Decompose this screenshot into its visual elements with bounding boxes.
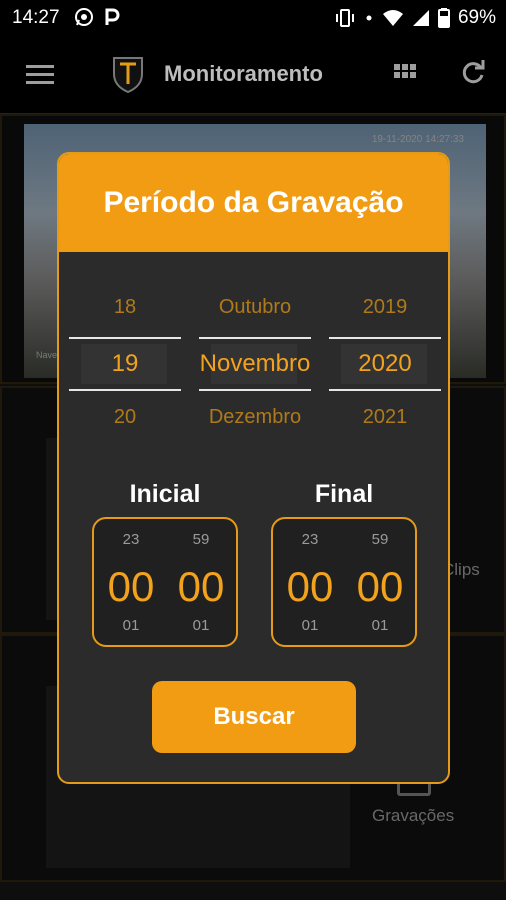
refresh-icon[interactable] — [460, 60, 486, 86]
battery-percent: 69% — [457, 7, 496, 28]
status-time: 14:27 — [12, 7, 60, 28]
logo-icon — [112, 54, 144, 94]
initial-time-picker[interactable]: 23 00 01 59 00 01 — [92, 517, 238, 647]
final-hour-wheel[interactable]: 23 00 01 — [275, 519, 345, 645]
hour-prev[interactable]: 23 — [96, 531, 166, 548]
battery-icon — [437, 8, 450, 28]
hour-prev[interactable]: 23 — [275, 531, 345, 548]
vibrate-icon — [334, 9, 356, 27]
initial-hour-wheel[interactable]: 23 00 01 — [96, 519, 166, 645]
minute-next[interactable]: 01 — [345, 617, 415, 634]
month-selected[interactable]: Novembro — [199, 350, 311, 378]
recording-period-dialog: Período da Gravação 18 19 20 Outubro Nov… — [57, 152, 450, 784]
whatsapp-icon — [74, 7, 94, 32]
minute-current[interactable]: 00 — [345, 563, 415, 611]
final-time-picker[interactable]: 23 00 01 59 00 01 — [271, 517, 417, 647]
year-next[interactable]: 2021 — [329, 406, 441, 429]
initial-minute-wheel[interactable]: 59 00 01 — [166, 519, 236, 645]
grid-icon[interactable] — [394, 62, 418, 86]
picker-divider — [69, 337, 181, 339]
month-picker[interactable]: Outubro Novembro Dezembro — [199, 282, 311, 432]
hour-current[interactable]: 00 — [275, 563, 345, 611]
dialog-header: Período da Gravação — [59, 154, 448, 252]
day-next[interactable]: 20 — [69, 406, 181, 429]
day-selected[interactable]: 19 — [69, 350, 181, 378]
menu-icon[interactable] — [26, 64, 54, 86]
hour-next[interactable]: 01 — [275, 617, 345, 634]
dots-icon — [364, 9, 374, 27]
picker-divider — [199, 337, 311, 339]
year-selected[interactable]: 2020 — [329, 350, 441, 378]
initial-label: Inicial — [129, 480, 201, 508]
year-prev[interactable]: 2019 — [329, 296, 441, 319]
picker-divider — [329, 337, 441, 339]
minute-prev[interactable]: 59 — [166, 531, 236, 548]
app-bar: Monitoramento — [0, 34, 506, 114]
status-bar: 14:27 69% — [0, 0, 506, 34]
picker-divider — [329, 389, 441, 391]
search-button[interactable]: Buscar — [152, 681, 356, 753]
picker-divider — [199, 389, 311, 391]
year-picker[interactable]: 2019 2020 2021 — [329, 282, 441, 432]
final-label: Final — [314, 480, 374, 508]
parking-p-icon — [104, 7, 120, 32]
final-minute-wheel[interactable]: 59 00 01 — [345, 519, 415, 645]
minute-current[interactable]: 00 — [166, 563, 236, 611]
hour-next[interactable]: 01 — [96, 617, 166, 634]
page-title: Monitoramento — [164, 61, 323, 86]
wifi-icon — [382, 9, 404, 27]
hour-current[interactable]: 00 — [96, 563, 166, 611]
month-prev[interactable]: Outubro — [199, 296, 311, 319]
picker-divider — [69, 389, 181, 391]
minute-next[interactable]: 01 — [166, 617, 236, 634]
dialog-title: Período da Gravação — [103, 186, 404, 219]
day-picker[interactable]: 18 19 20 — [69, 282, 181, 432]
minute-prev[interactable]: 59 — [345, 531, 415, 548]
month-next[interactable]: Dezembro — [199, 406, 311, 429]
signal-icon — [412, 9, 430, 27]
day-prev[interactable]: 18 — [69, 296, 181, 319]
